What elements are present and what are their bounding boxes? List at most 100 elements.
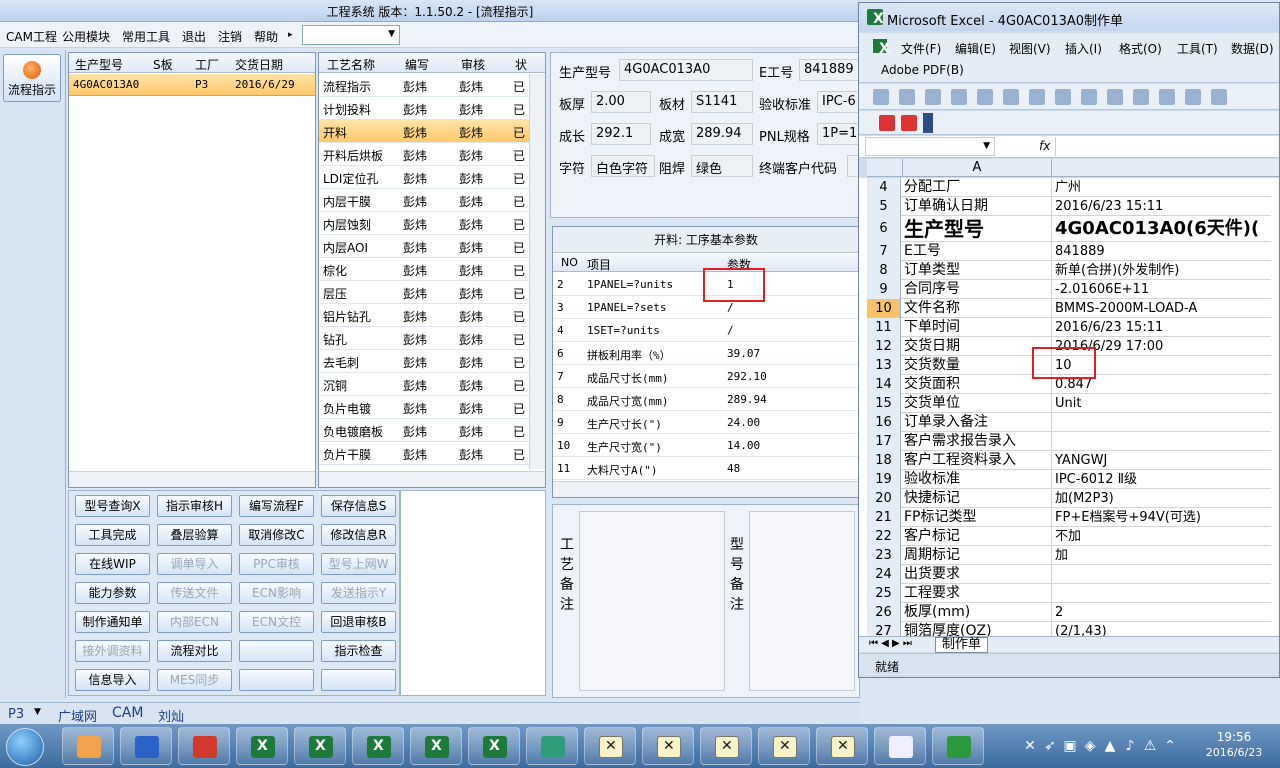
row-number[interactable]: 26 (867, 603, 901, 622)
cell-a[interactable]: 客户工程资料录入 (902, 451, 1052, 470)
action-button-4[interactable]: 保存信息S (321, 495, 396, 517)
table-row[interactable]: 4G0AC013A0 P3 2016/6/29 (69, 74, 315, 96)
row-number[interactable]: 9 (867, 280, 901, 299)
excel-row[interactable]: 23 周期标记加 (867, 546, 1271, 565)
tray-x-icon[interactable]: ✕ (1022, 738, 1038, 754)
cell-a[interactable]: 交货日期 (902, 337, 1052, 356)
params-h-scrollbar[interactable] (553, 481, 859, 497)
action-button-22[interactable]: 流程对比 (157, 640, 232, 662)
cell-b[interactable]: IPC-6012 Ⅱ级 (1053, 470, 1279, 489)
excel-row[interactable]: 16 订单录入备注 (867, 413, 1271, 432)
cell-b[interactable]: 不加 (1053, 527, 1279, 546)
row-number[interactable]: 20 (867, 489, 901, 508)
excel-row[interactable]: 27 铜箔厚度(OZ) (2/1,43) (867, 622, 1271, 636)
excel-row[interactable]: 11 下单时间 2016/6/23 15:11 (867, 318, 1271, 337)
length-field[interactable]: 292.1 (591, 123, 651, 145)
action-button-3[interactable]: 编写流程F (239, 495, 314, 517)
cell-b[interactable]: -2.01606E+11 (1053, 280, 1279, 299)
process-row[interactable]: 负片电镀 彭炜 彭炜 已 (319, 396, 529, 419)
cell-a[interactable]: E工号 (902, 242, 1052, 261)
excel-row[interactable]: 7 E工号 841889 (867, 242, 1271, 261)
process-row[interactable]: 沉铜 彭炜 彭炜 已 (319, 373, 529, 396)
excel-row[interactable]: 15 交货单位 Unit (867, 394, 1271, 413)
tray-network-icon[interactable]: ▣ (1062, 738, 1078, 754)
menu-cam[interactable]: CAM工程 (6, 28, 57, 45)
taskbar-app[interactable] (816, 727, 868, 765)
cell-a[interactable]: 合同序号 (902, 280, 1052, 299)
row-number[interactable]: 25 (867, 584, 901, 603)
cell-b[interactable] (1053, 432, 1279, 451)
cell-a[interactable]: FP标记类型 (902, 508, 1052, 527)
tray-flag-icon[interactable]: ▲ (1102, 738, 1118, 754)
action-button-26[interactable]: MES同步 (157, 669, 232, 691)
action-button-27[interactable] (239, 669, 314, 691)
excel-menu-file[interactable]: 文件(F) (901, 40, 941, 57)
cell-b[interactable]: BMMS-2000M-LOAD-A (1053, 299, 1279, 318)
excel-row[interactable]: 10 文件名称 BMMS-2000M-LOAD-A (867, 299, 1271, 318)
row-number[interactable]: 15 (867, 394, 901, 413)
cell-a[interactable]: 交货面积 (902, 375, 1052, 394)
taskbar-app[interactable] (526, 727, 578, 765)
row-number[interactable]: 8 (867, 261, 901, 280)
cell-b[interactable]: Unit (1053, 394, 1279, 413)
col-writer[interactable]: 编写 (405, 56, 429, 73)
taskbar-app[interactable] (294, 727, 346, 765)
cell-b[interactable]: 广州 (1053, 178, 1279, 197)
row-number[interactable]: 10 (867, 299, 901, 318)
spell-icon[interactable] (1029, 89, 1045, 105)
excel-row[interactable]: 26 板厚(mm) 2 (867, 603, 1271, 622)
excel-row[interactable]: 17 客户需求报告录入 (867, 432, 1271, 451)
cell-b[interactable]: 加 (1053, 546, 1279, 565)
cell-b[interactable]: (2/1,43) (1053, 622, 1279, 636)
process-row[interactable]: 开料 彭炜 彭炜 已 (319, 120, 529, 143)
row-number[interactable]: 21 (867, 508, 901, 527)
action-button-7[interactable]: 取消修改C (239, 524, 314, 546)
taskbar-app[interactable] (700, 727, 752, 765)
tray-alert-icon[interactable]: ⚠ (1142, 738, 1158, 754)
excel-row[interactable]: 8 订单类型 新单(合拼)(外发制作) (867, 261, 1271, 280)
pdf-create-icon[interactable] (879, 115, 895, 131)
row-number[interactable]: 24 (867, 565, 901, 584)
action-button-23[interactable] (239, 640, 314, 662)
excel-menu-adobe-pdf[interactable]: Adobe PDF(B) (881, 63, 964, 77)
param-row[interactable]: 7 成品尺寸长(mm) 292.10 (553, 365, 859, 388)
excel-menu-format[interactable]: 格式(O) (1119, 40, 1162, 57)
taskbar-app[interactable] (62, 727, 114, 765)
param-row[interactable]: 4 1SET=?units / (553, 319, 859, 342)
col-delivery-date[interactable]: 交货日期 (235, 56, 283, 73)
menu-exit[interactable]: 退出 (182, 28, 206, 45)
cell-a[interactable]: 分配工厂 (902, 178, 1052, 197)
paste-icon[interactable] (1133, 89, 1149, 105)
action-button-20[interactable]: 回退审核B (321, 611, 396, 633)
row-number[interactable]: 16 (867, 413, 901, 432)
cell-a[interactable]: 板厚(mm) (902, 603, 1052, 622)
redo-icon[interactable] (1211, 89, 1227, 105)
start-button[interactable] (6, 728, 44, 766)
save-icon[interactable] (925, 89, 941, 105)
row-number[interactable]: 6 (867, 216, 901, 242)
row-number[interactable]: 11 (867, 318, 901, 337)
process-row[interactable]: 棕化 彭炜 彭炜 已 (319, 258, 529, 281)
cell-a[interactable]: 铜箔厚度(OZ) (902, 622, 1052, 636)
cut-icon[interactable] (1081, 89, 1097, 105)
cell-a[interactable]: 周期标记 (902, 546, 1052, 565)
new-icon[interactable] (873, 89, 889, 105)
std-field[interactable]: IPC-6 (817, 91, 859, 113)
col-factory[interactable]: 工厂 (195, 56, 219, 73)
row-number[interactable]: 18 (867, 451, 901, 470)
row-number[interactable]: 12 (867, 337, 901, 356)
cell-b[interactable]: FP+E档案号+94V(可选) (1053, 508, 1279, 527)
excel-menu-view[interactable]: 视图(V) (1009, 40, 1051, 57)
excel-row[interactable]: 9 合同序号 -2.01606E+11 (867, 280, 1271, 299)
cell-a[interactable]: 快捷标记 (902, 489, 1052, 508)
param-row[interactable]: 9 生产尺寸长(") 24.00 (553, 411, 859, 434)
cell-a[interactable]: 下单时间 (902, 318, 1052, 337)
row-number[interactable]: 19 (867, 470, 901, 489)
permission-icon[interactable] (951, 89, 967, 105)
excel-row[interactable]: 4 分配工厂 广州 (867, 178, 1271, 197)
action-button-13[interactable]: 能力参数 (75, 582, 150, 604)
tray-bird-icon[interactable]: ➶ (1042, 738, 1058, 754)
process-row[interactable]: 流程指示 彭炜 彭炜 已 (319, 74, 529, 97)
process-row[interactable]: 内层蚀刻 彭炜 彭炜 已 (319, 212, 529, 235)
param-row[interactable]: 10 生产尺寸宽(") 14.00 (553, 434, 859, 457)
